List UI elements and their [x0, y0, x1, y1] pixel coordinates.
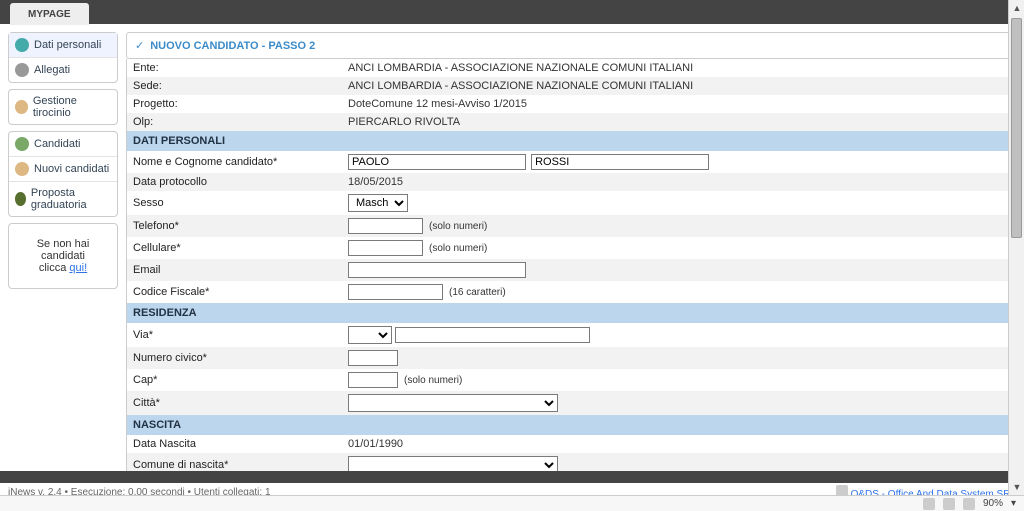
via-type-select[interactable]	[348, 326, 392, 344]
sidebar-item-gestione-tirocinio[interactable]: Gestione tirocinio	[9, 90, 117, 124]
sidebar-item-label: Proposta graduatoria	[31, 187, 111, 211]
label-via: Via*	[133, 329, 348, 341]
scrollbar-thumb[interactable]	[1011, 18, 1022, 238]
value-olp: PIERCARLO RIVOLTA	[348, 116, 1009, 128]
tab-mypage[interactable]: MYPAGE	[10, 3, 89, 25]
vertical-scrollbar[interactable]: ▲ ▼	[1008, 0, 1024, 495]
sidebar-item-candidati[interactable]: Candidati	[9, 132, 117, 157]
cellulare-input[interactable]	[348, 240, 423, 256]
label-comune-nascita: Comune di nascita*	[133, 459, 348, 471]
sidebar-item-label: Candidati	[34, 138, 80, 150]
label-data-nascita: Data Nascita	[133, 438, 348, 450]
cf-input[interactable]	[348, 284, 443, 300]
sidebar-item-nuovi-candidati[interactable]: Nuovi candidati	[9, 157, 117, 182]
section-dati-personali: DATI PERSONALI	[127, 131, 1015, 151]
section-nascita: NASCITA	[127, 415, 1015, 435]
sidebar-item-label: Dati personali	[34, 39, 101, 51]
civico-input[interactable]	[348, 350, 398, 366]
value-ente: ANCI LOMBARDIA - ASSOCIAZIONE NAZIONALE …	[348, 62, 1009, 74]
check-icon	[135, 39, 144, 52]
hint-16car: (16 caratteri)	[449, 287, 506, 298]
sidebar-item-label: Gestione tirocinio	[33, 95, 111, 119]
label-civico: Numero civico*	[133, 352, 348, 364]
email-input[interactable]	[348, 262, 526, 278]
users-icon	[15, 100, 28, 114]
cap-input[interactable]	[348, 372, 398, 388]
label-sede: Sede:	[133, 80, 348, 92]
users-icon	[15, 137, 29, 151]
sidebar-item-dati-personali[interactable]: Dati personali	[9, 33, 117, 58]
paperclip-icon	[15, 63, 29, 77]
nome-input[interactable]	[348, 154, 526, 170]
cognome-input[interactable]	[531, 154, 709, 170]
label-ente: Ente:	[133, 62, 348, 74]
label-email: Email	[133, 264, 348, 276]
scroll-down-arrow[interactable]: ▼	[1009, 479, 1024, 495]
via-input[interactable]	[395, 327, 590, 343]
value-sede: ANCI LOMBARDIA - ASSOCIAZIONE NAZIONALE …	[348, 80, 1009, 92]
help-text-2: clicca	[39, 262, 70, 274]
title-text: NUOVO CANDIDATO - PASSO 2	[150, 40, 315, 52]
hint-solo-numeri: (solo numeri)	[429, 243, 487, 254]
value-data-prot: 18/05/2015	[348, 176, 1009, 188]
label-telefono: Telefono*	[133, 220, 348, 232]
tab-strip: MYPAGE	[0, 0, 1024, 24]
citta-select[interactable]	[348, 394, 558, 412]
sidebar-item-proposta-graduatoria[interactable]: Proposta graduatoria	[9, 182, 117, 216]
user-plus-icon	[15, 162, 29, 176]
hint-solo-numeri: (solo numeri)	[429, 221, 487, 232]
telefono-input[interactable]	[348, 218, 423, 234]
section-residenza: RESIDENZA	[127, 303, 1015, 323]
scroll-up-arrow[interactable]: ▲	[1009, 0, 1024, 16]
page-title: NUOVO CANDIDATO - PASSO 2	[126, 32, 1016, 59]
user-icon	[15, 38, 29, 52]
label-cf: Codice Fiscale*	[133, 286, 348, 298]
sidebar: Dati personali Allegati Gestione tirocin…	[8, 32, 118, 289]
zoom-level[interactable]: 90%	[983, 498, 1003, 509]
chart-icon	[15, 192, 26, 206]
label-citta: Città*	[133, 397, 348, 409]
label-data-prot: Data protocollo	[133, 176, 348, 188]
sidebar-item-label: Nuovi candidati	[34, 163, 109, 175]
browser-status-bar: 90% ▾	[0, 495, 1024, 511]
chevron-down-icon[interactable]: ▾	[1011, 498, 1016, 509]
label-sesso: Sesso	[133, 197, 348, 209]
security-icon	[923, 498, 935, 510]
label-nome: Nome e Cognome candidato*	[133, 156, 348, 168]
label-progetto: Progetto:	[133, 98, 348, 110]
sidebar-item-allegati[interactable]: Allegati	[9, 58, 117, 82]
label-cap: Cap*	[133, 374, 348, 386]
help-link[interactable]: qui!	[69, 262, 87, 274]
hint-solo-numeri: (solo numeri)	[404, 375, 462, 386]
label-olp: Olp:	[133, 116, 348, 128]
value-data-nascita: 01/01/1990	[348, 438, 1009, 450]
label-cellulare: Cellulare*	[133, 242, 348, 254]
popup-icon	[943, 498, 955, 510]
help-text-1: Se non hai candidati	[37, 238, 90, 262]
zone-icon	[963, 498, 975, 510]
sidebar-item-label: Allegati	[34, 64, 70, 76]
value-progetto: DoteComune 12 mesi-Avviso 1/2015	[348, 98, 1009, 110]
help-box: Se non hai candidati clicca qui!	[8, 223, 118, 289]
sesso-select[interactable]: Maschio	[348, 194, 408, 212]
